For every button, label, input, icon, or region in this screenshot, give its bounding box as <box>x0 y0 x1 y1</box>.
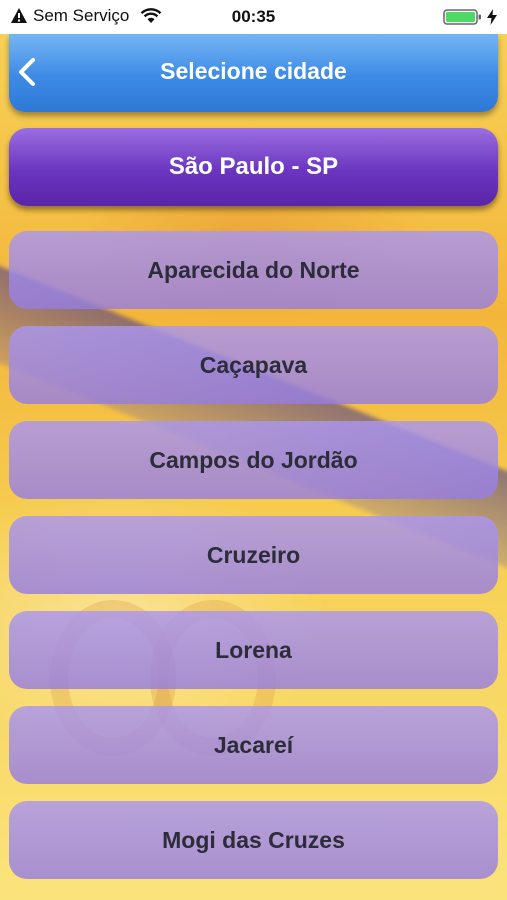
city-item-label: Mogi das Cruzes <box>162 826 345 853</box>
status-time: 00:35 <box>231 7 276 26</box>
city-item-lorena[interactable]: Lorena <box>9 611 498 689</box>
battery-icon <box>443 9 481 25</box>
header-bar: Selecione cidade <box>9 34 498 112</box>
city-item-label: Aparecida do Norte <box>147 256 360 283</box>
city-item-label: Campos do Jordão <box>149 446 358 473</box>
selected-city-button[interactable]: São Paulo - SP <box>9 128 498 206</box>
status-bar: Sem Serviço 00:35 <box>0 0 507 34</box>
page-title: Selecione cidade <box>160 58 347 84</box>
charging-bolt-icon <box>487 9 497 25</box>
city-item-jacarei[interactable]: Jacareí <box>9 706 498 784</box>
city-item-aparecida-do-norte[interactable]: Aparecida do Norte <box>9 231 498 309</box>
city-item-label: Caçapava <box>199 351 308 378</box>
city-item-label: Lorena <box>215 636 292 663</box>
city-item-cacapava[interactable]: Caçapava <box>9 326 498 404</box>
city-item-campos-do-jordao[interactable]: Campos do Jordão <box>9 421 498 499</box>
city-item-label: Cruzeiro <box>206 541 301 568</box>
city-item-cruzeiro[interactable]: Cruzeiro <box>9 516 498 594</box>
status-right <box>443 8 497 26</box>
selected-city-label: São Paulo - SP <box>168 153 339 180</box>
city-item-mogi-das-cruzes[interactable]: Mogi das Cruzes <box>9 801 498 879</box>
city-item-label: Jacareí <box>213 731 294 758</box>
